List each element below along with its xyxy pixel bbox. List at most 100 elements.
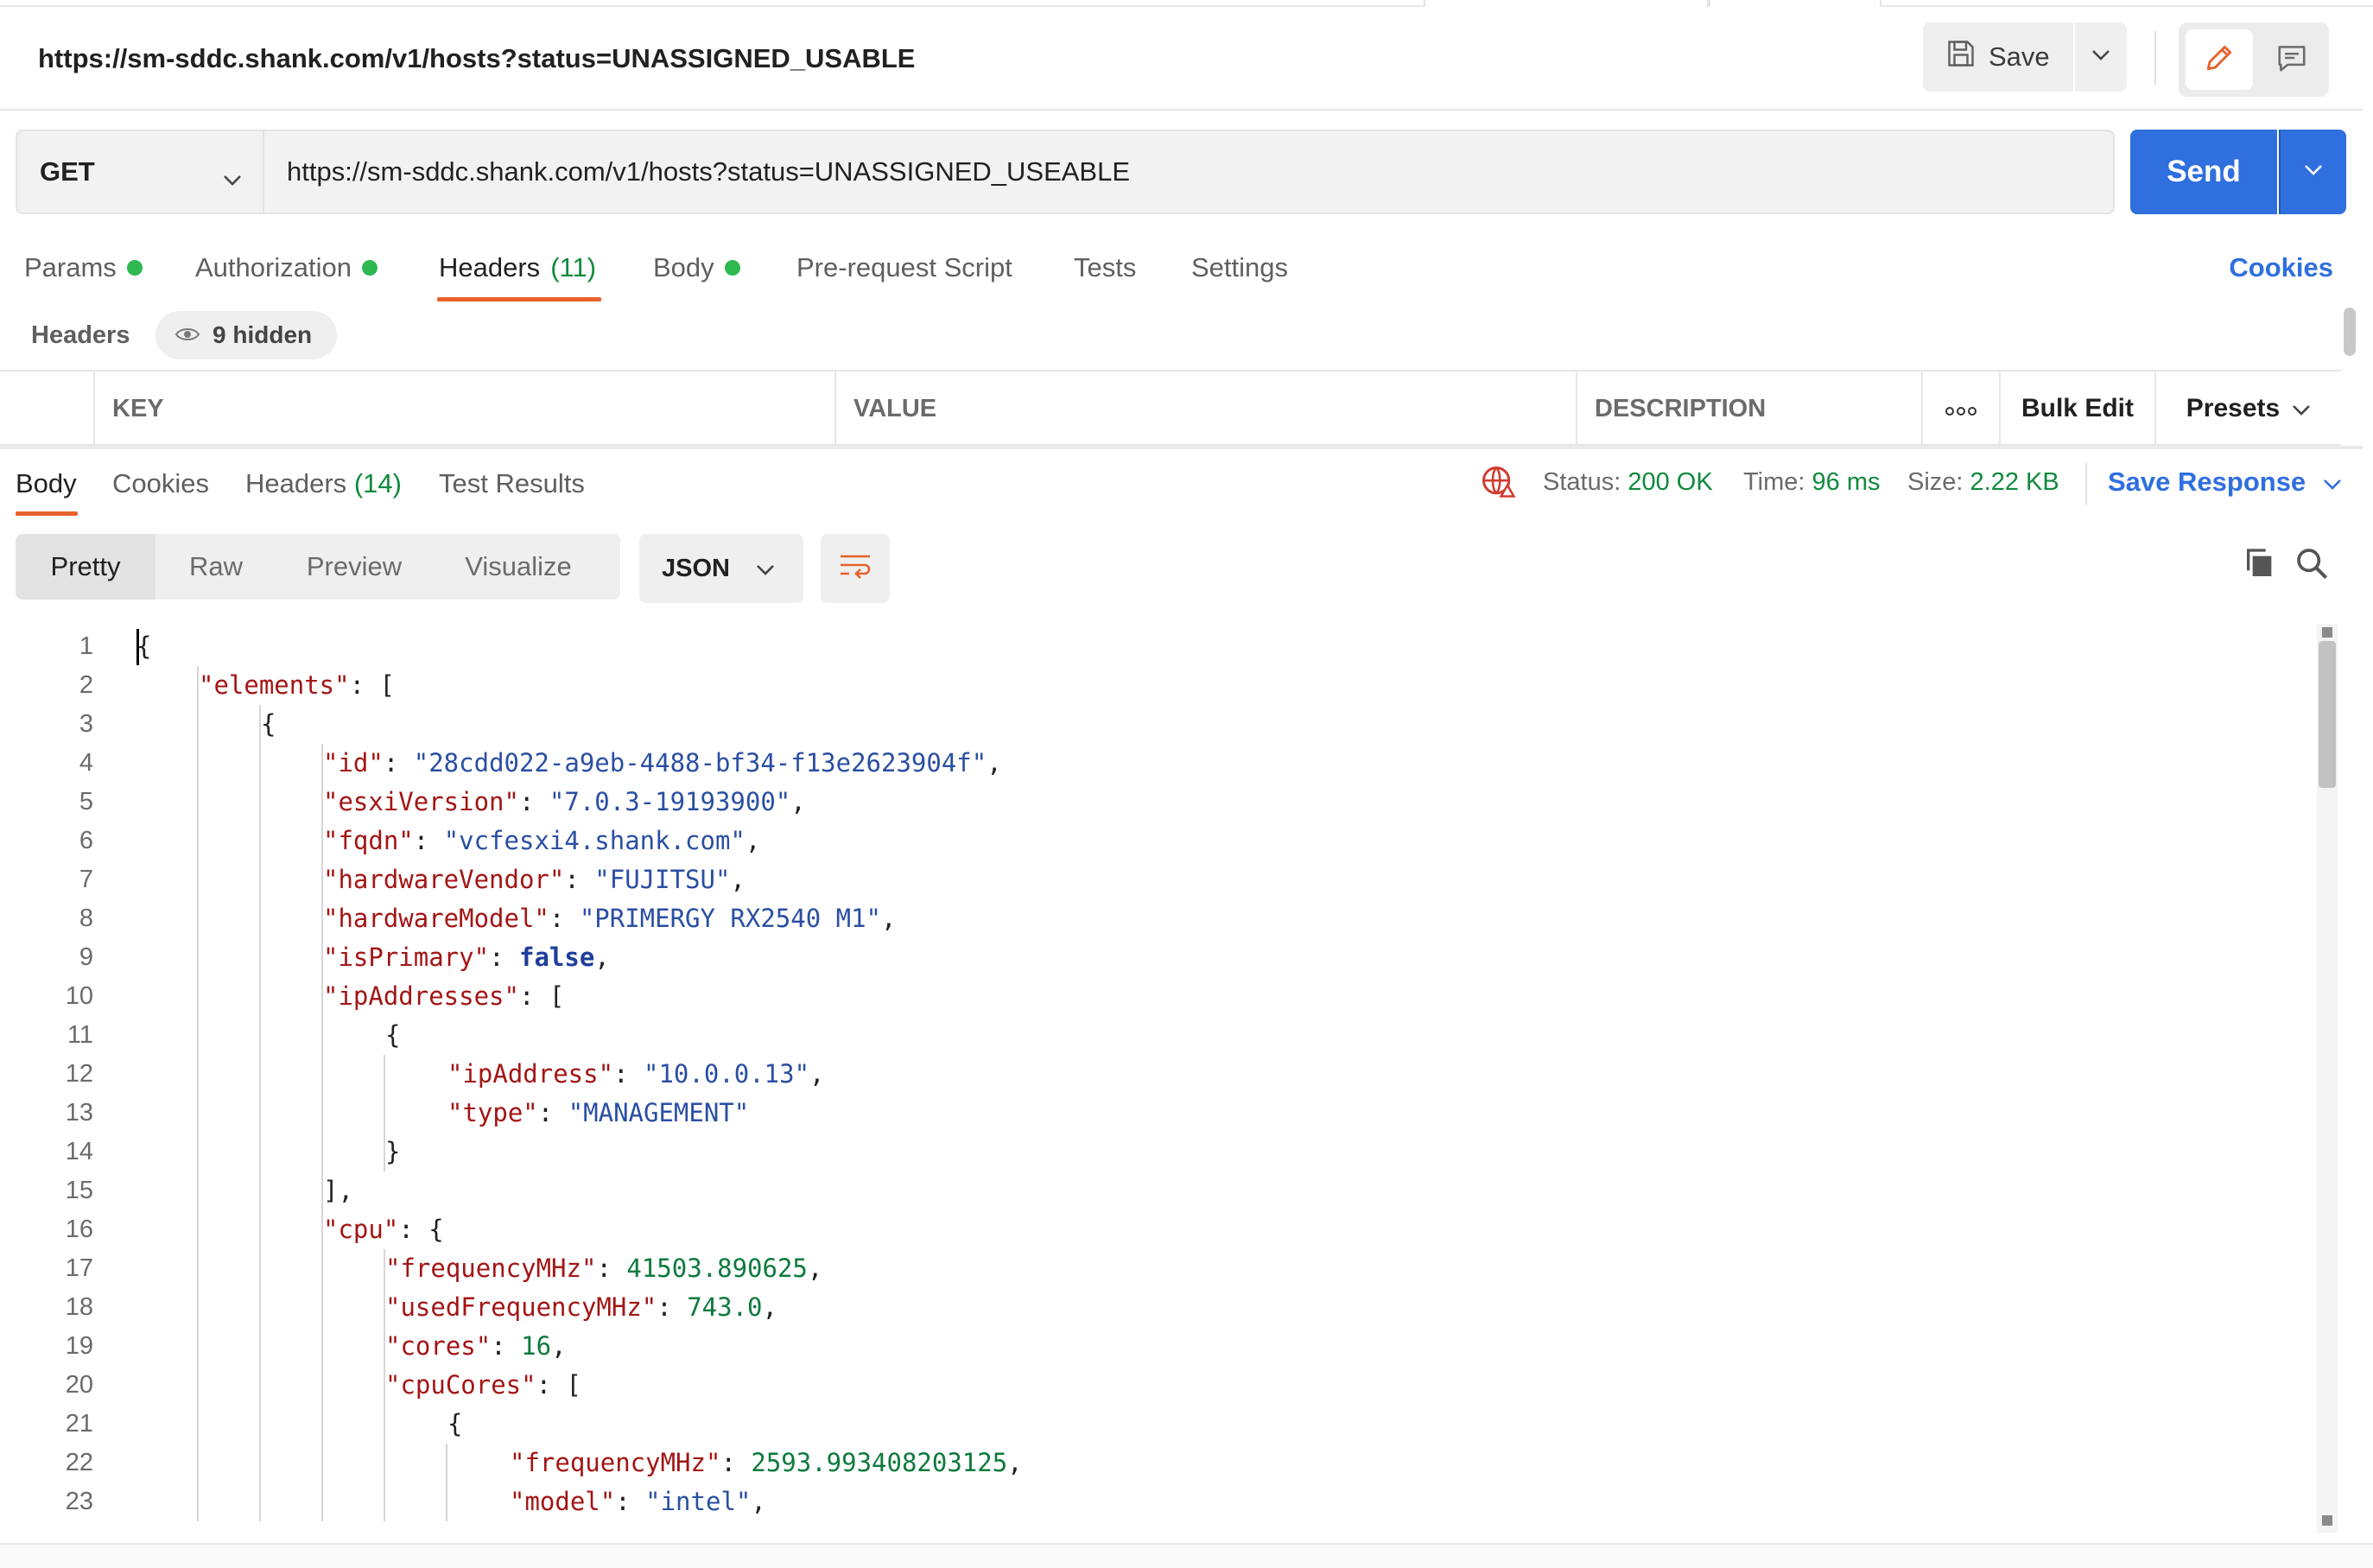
response-body-viewer[interactable]: 1{2 "elements": [3{4 "id": "28cdd022-a9eb-… [0, 624, 2315, 1533]
code-line: 20 "cpuCores": [ [0, 1366, 2315, 1405]
code-text: ], [323, 1171, 353, 1210]
tab-tests[interactable]: Tests [1074, 252, 1136, 283]
method-select[interactable]: GET [16, 130, 264, 214]
code-scrollbar-thumb[interactable] [2319, 641, 2336, 788]
view-raw-button[interactable]: Raw [155, 534, 276, 600]
code-token: "cores" [385, 1331, 492, 1361]
line-number: 22 [65, 1449, 93, 1476]
status-bar [0, 1543, 2373, 1568]
response-tab-body[interactable]: Body [16, 468, 77, 499]
tab-body[interactable]: Body [653, 252, 740, 283]
code-token: : [564, 865, 595, 894]
wrap-lines-button[interactable] [821, 534, 890, 603]
code-token: , [1007, 1448, 1023, 1477]
code-token: , [762, 1292, 777, 1322]
view-mode-segmented: Pretty Raw Preview Visualize [16, 534, 620, 600]
tab-pre-request-script[interactable]: Pre-request Script [796, 252, 1012, 283]
tab-label: Authorization [195, 252, 352, 282]
code-text: "type": "MANAGEMENT" [447, 1094, 749, 1133]
code-token: } [385, 1137, 401, 1166]
search-icon[interactable] [2294, 546, 2329, 585]
send-button[interactable]: Send [2130, 130, 2277, 214]
wrap-lines-icon [838, 552, 872, 586]
code-line: 1{ [0, 627, 2315, 666]
code-line: 8 "hardwareModel": "PRIMERGY RX2540 M1", [0, 899, 2315, 938]
save-label: Save [1989, 41, 2050, 72]
code-line: 4 "id": "28cdd022-a9eb-4488-bf34-f13e2623… [0, 744, 2315, 783]
view-mode-toggle [2179, 22, 2329, 97]
tab-authorization[interactable]: Authorization [195, 252, 378, 283]
response-tab-test-results[interactable]: Test Results [439, 468, 585, 499]
url-input[interactable]: https://sm-sddc.shank.com/v1/hosts?statu… [264, 130, 2115, 214]
line-number: 10 [65, 982, 93, 1010]
view-pretty-button[interactable]: Pretty [16, 534, 155, 600]
request-name[interactable]: https://sm-sddc.shank.com/v1/hosts?statu… [38, 43, 915, 74]
save-button[interactable]: Save [1923, 22, 2073, 92]
more-icon [1945, 394, 1977, 423]
code-line: 16 "cpu": { [0, 1210, 2315, 1249]
status-value[interactable]: 200 OK [1627, 468, 1712, 496]
code-line: 5 "esxiVersion": "7.0.3-19193900", [0, 783, 2315, 822]
cookies-link[interactable]: Cookies [2229, 252, 2333, 283]
indent-guide [197, 666, 199, 1521]
view-visualize-button[interactable]: Visualize [432, 534, 605, 600]
line-number: 6 [79, 827, 93, 854]
chevron-down-icon [2091, 49, 2110, 66]
indent-guide [321, 744, 323, 1521]
code-text: "ipAddress": "10.0.0.13", [447, 1055, 825, 1094]
tab-headers[interactable]: Headers (11) [439, 252, 596, 283]
size-value[interactable]: 2.22 KB [1970, 468, 2059, 496]
send-options-button[interactable] [2279, 130, 2346, 214]
indent-guide [384, 1055, 385, 1171]
tab-params[interactable]: Params [24, 252, 143, 283]
tab-strip-segment[interactable] [1424, 0, 1709, 7]
code-text: "frequencyMHz": 41503.890625, [385, 1249, 822, 1288]
format-select[interactable]: JSON [639, 534, 803, 603]
code-text: "model": "intel", [510, 1482, 766, 1521]
line-number: 15 [65, 1177, 93, 1204]
copy-icon[interactable] [2243, 546, 2277, 585]
comment-icon [2275, 41, 2308, 79]
presets-button[interactable]: Presets [2154, 371, 2341, 446]
response-tab-cookies[interactable]: Cookies [112, 468, 209, 499]
indent-guide [259, 705, 261, 1521]
more-options-button[interactable] [1921, 371, 1999, 446]
code-token: , [807, 1254, 823, 1283]
globe-warning-icon[interactable] [1479, 463, 1517, 505]
format-label: JSON [662, 554, 730, 582]
scroll-down-arrow[interactable] [2322, 1515, 2332, 1526]
code-token: "fqdn" [323, 826, 414, 855]
code-token: : [ [518, 981, 565, 1011]
code-token: "cpu" [323, 1215, 399, 1244]
pencil-icon [2203, 41, 2236, 79]
code-token: "frequencyMHz" [510, 1448, 721, 1477]
tab-label: Params [24, 252, 117, 282]
comments-button[interactable] [2258, 29, 2325, 90]
view-preview-button[interactable]: Preview [276, 534, 432, 600]
tab-count: (11) [550, 252, 597, 282]
save-response-button[interactable]: Save Response [2108, 467, 2342, 498]
line-number: 9 [79, 943, 93, 971]
response-tab-headers[interactable]: Headers (14) [245, 468, 402, 499]
code-token: { [447, 1409, 463, 1438]
edit-mode-button[interactable] [2186, 29, 2253, 90]
scroll-up-arrow[interactable] [2322, 627, 2332, 638]
line-number: 4 [79, 749, 93, 777]
code-token: ], [323, 1176, 353, 1205]
pane-resize-handle[interactable] [0, 446, 2363, 449]
tab-label: Headers [245, 468, 347, 498]
line-number: 12 [65, 1060, 93, 1088]
tab-settings[interactable]: Settings [1191, 252, 1288, 283]
time-value[interactable]: 96 ms [1812, 468, 1881, 496]
tab-strip-segment[interactable] [1709, 0, 1881, 7]
code-line: 9 "isPrimary": false, [0, 938, 2315, 977]
code-token: "type" [447, 1098, 538, 1127]
active-tab-indicator [437, 297, 601, 302]
request-scrollbar-thumb[interactable] [2344, 308, 2356, 356]
bulk-edit-button[interactable]: Bulk Edit [1999, 371, 2154, 446]
save-options-button[interactable] [2075, 22, 2127, 92]
code-text: "hardwareVendor": "FUJITSU", [323, 860, 746, 899]
code-line: 13 "type": "MANAGEMENT" [0, 1094, 2315, 1133]
hidden-headers-toggle[interactable]: 9 hidden [155, 311, 337, 359]
chevron-down-icon [2323, 467, 2342, 498]
